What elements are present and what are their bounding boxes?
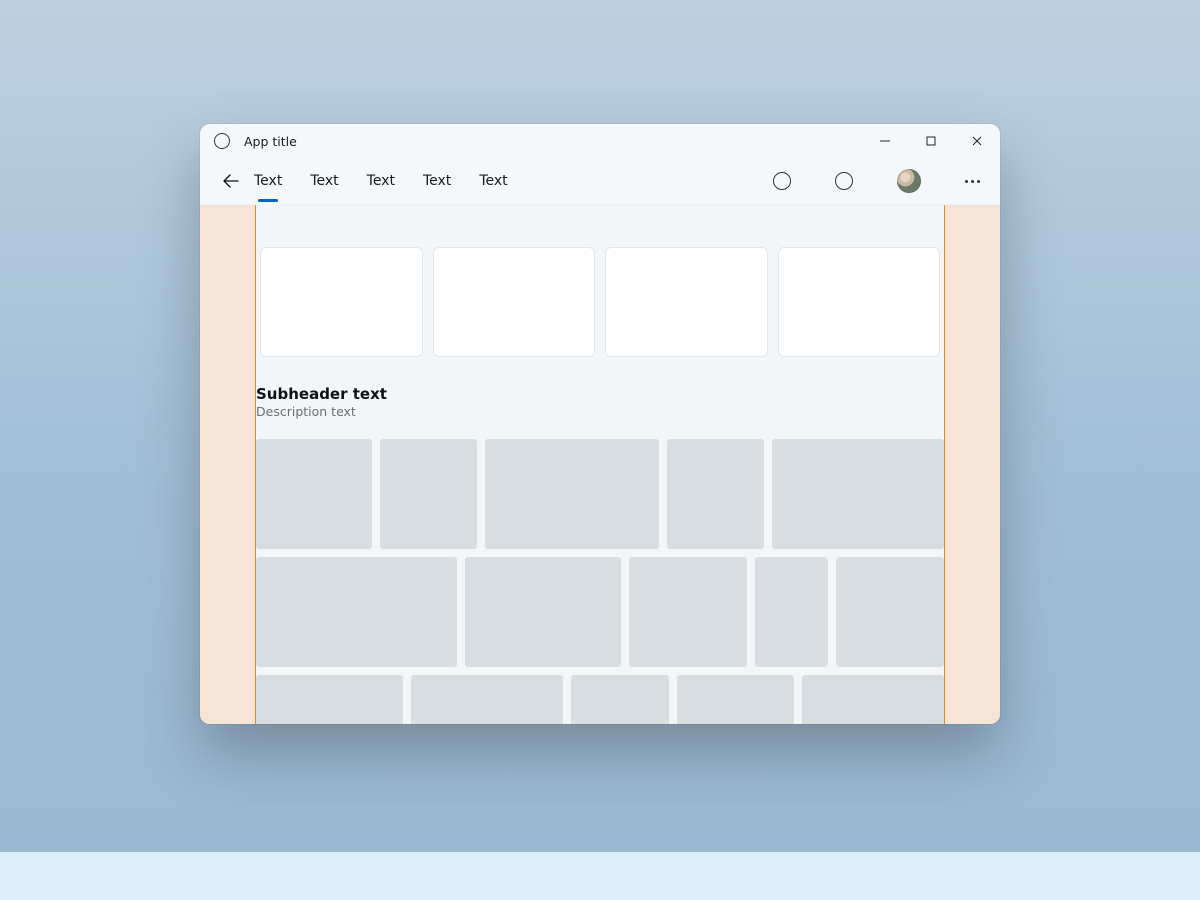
maximize-icon bbox=[926, 136, 936, 146]
user-avatar[interactable] bbox=[897, 169, 921, 193]
card-item[interactable] bbox=[605, 247, 768, 357]
tile-row bbox=[256, 439, 944, 549]
tile-item[interactable] bbox=[256, 439, 372, 549]
tile-row bbox=[256, 675, 944, 724]
card-item[interactable] bbox=[778, 247, 941, 357]
action-button-2[interactable] bbox=[835, 172, 853, 190]
tab-3[interactable]: Text bbox=[423, 169, 451, 193]
content-viewport: Subheader text Description text bbox=[200, 204, 1000, 724]
close-icon bbox=[972, 136, 982, 146]
tile-item[interactable] bbox=[772, 439, 944, 549]
tab-1[interactable]: Text bbox=[310, 169, 338, 193]
tile-item[interactable] bbox=[571, 675, 669, 724]
tab-4[interactable]: Text bbox=[479, 169, 507, 193]
nav-actions bbox=[773, 169, 986, 193]
tile-item[interactable] bbox=[667, 439, 764, 549]
card-row bbox=[256, 205, 944, 357]
app-window: App title Text Text Text Text Text bbox=[200, 124, 1000, 724]
tile-item[interactable] bbox=[836, 557, 944, 667]
tile-item[interactable] bbox=[629, 557, 747, 667]
maximize-button[interactable] bbox=[908, 124, 954, 158]
more-icon bbox=[965, 180, 968, 183]
tile-item[interactable] bbox=[802, 675, 944, 724]
tile-row bbox=[256, 557, 944, 667]
action-button-1[interactable] bbox=[773, 172, 791, 190]
minimize-button[interactable] bbox=[862, 124, 908, 158]
section-header: Subheader text Description text bbox=[256, 357, 944, 425]
tile-item[interactable] bbox=[411, 675, 563, 724]
nav-toolbar: Text Text Text Text Text bbox=[200, 158, 1000, 204]
tab-0[interactable]: Text bbox=[254, 169, 282, 193]
window-controls bbox=[862, 124, 1000, 158]
tile-item[interactable] bbox=[755, 557, 828, 667]
tile-item[interactable] bbox=[677, 675, 795, 724]
app-title: App title bbox=[244, 134, 297, 149]
tile-item[interactable] bbox=[485, 439, 659, 549]
more-button[interactable] bbox=[965, 180, 980, 183]
tile-item[interactable] bbox=[465, 557, 622, 667]
subheader-title: Subheader text bbox=[256, 385, 944, 403]
back-arrow-icon bbox=[223, 173, 239, 189]
tile-grid bbox=[256, 439, 944, 724]
minimize-icon bbox=[880, 136, 890, 146]
tile-item[interactable] bbox=[380, 439, 477, 549]
left-margin-guide bbox=[200, 205, 256, 724]
card-item[interactable] bbox=[260, 247, 423, 357]
tile-item[interactable] bbox=[256, 557, 457, 667]
content-area[interactable]: Subheader text Description text bbox=[256, 205, 944, 724]
tab-bar: Text Text Text Text Text bbox=[254, 158, 508, 204]
tile-item[interactable] bbox=[256, 675, 403, 724]
card-item[interactable] bbox=[433, 247, 596, 357]
back-button[interactable] bbox=[214, 164, 248, 198]
right-margin-guide bbox=[944, 205, 1000, 724]
app-icon bbox=[214, 133, 230, 149]
titlebar: App title bbox=[200, 124, 1000, 158]
tab-2[interactable]: Text bbox=[367, 169, 395, 193]
close-button[interactable] bbox=[954, 124, 1000, 158]
desktop-taskbar bbox=[0, 852, 1200, 900]
subheader-description: Description text bbox=[256, 404, 944, 419]
